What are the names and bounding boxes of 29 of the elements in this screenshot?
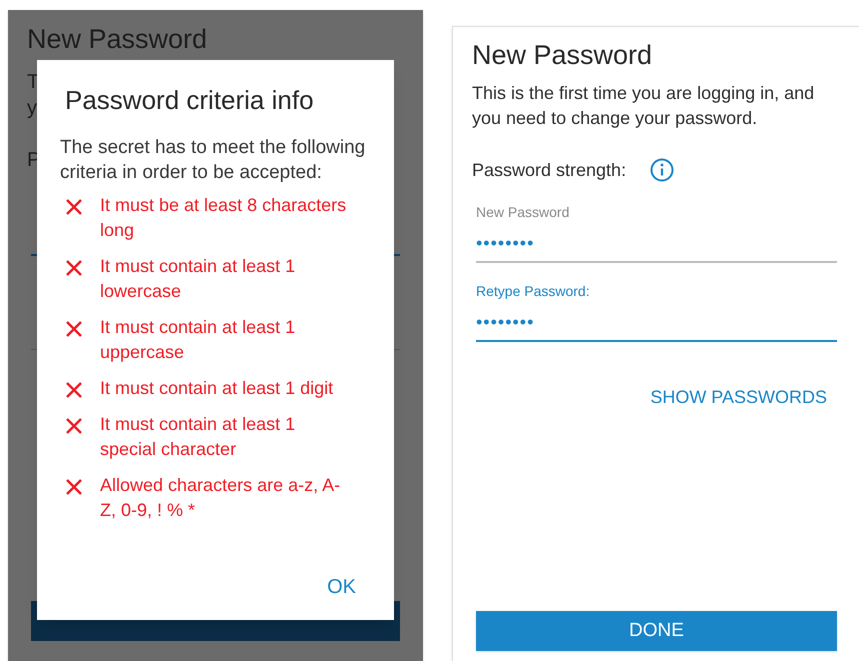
criterion-text: Allowed characters are a-z, A-Z, 0-9, ! % * bbox=[100, 474, 342, 522]
dialog-title: Password criteria info bbox=[64, 84, 315, 116]
info-icon[interactable] bbox=[650, 158, 674, 182]
password-field[interactable]: New Password •••••••• bbox=[476, 202, 837, 263]
cross-icon bbox=[65, 198, 83, 216]
criterion-text: It must contain at least 1 lowercase bbox=[100, 254, 296, 302]
cross-icon bbox=[65, 258, 83, 276]
criterion-text: It must be at least 8 characters long bbox=[100, 194, 348, 242]
password-field[interactable]: Retype Password: •••••••• bbox=[476, 280, 837, 342]
show-passwords-button[interactable]: SHOW PASSWORDS bbox=[650, 384, 827, 411]
password-value: •••••••• bbox=[476, 232, 536, 255]
ok-button[interactable]: OK bbox=[327, 572, 356, 602]
screen-title: New Password bbox=[27, 26, 208, 53]
field-label: New Password bbox=[476, 202, 570, 222]
screen-title: New Password bbox=[472, 39, 654, 72]
cross-icon bbox=[65, 416, 83, 434]
text-fragment: y bbox=[27, 98, 37, 118]
cross-icon bbox=[65, 320, 83, 338]
criterion-text: It must contain at least 1 uppercase bbox=[100, 316, 296, 364]
screen-intro: This is the first time you are logging in, and you need to change your password. bbox=[472, 82, 816, 130]
password-value: •••••••• bbox=[476, 310, 536, 334]
strength-label: Password strength: bbox=[472, 158, 626, 182]
field-label: Retype Password: bbox=[476, 282, 591, 301]
cross-icon bbox=[65, 478, 83, 496]
dialog-intro: The secret has to meet the following criteria in order to be accepted: bbox=[60, 136, 366, 184]
done-button[interactable]: DONE bbox=[476, 611, 837, 651]
criterion-text: It must contain at least 1 digit bbox=[100, 376, 334, 400]
cross-icon bbox=[65, 380, 83, 398]
criterion-text: It must contain at least 1 special character bbox=[100, 412, 296, 461]
